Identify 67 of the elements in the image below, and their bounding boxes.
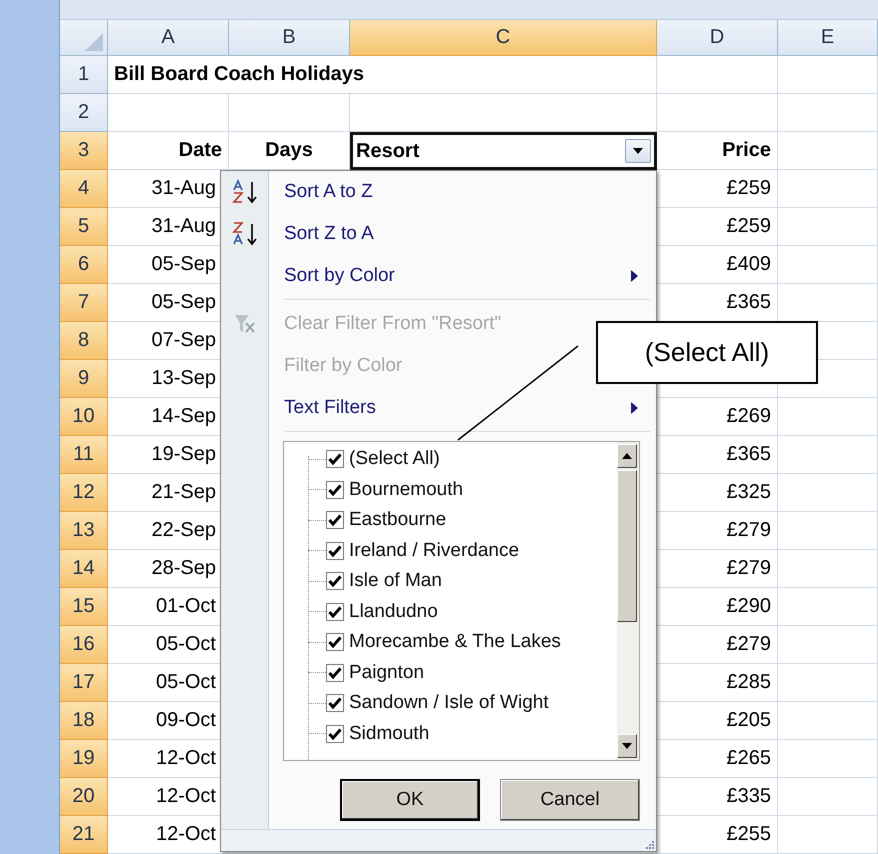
down-arrow-icon [633,148,643,154]
column-header[interactable]: C [350,20,657,56]
menu-item[interactable]: Sort Z to A [284,223,374,245]
value-label[interactable]: Sandown / Isle of Wight [349,692,549,714]
clear-filter-icon [232,313,256,335]
value-label[interactable]: (Select All) [349,448,440,470]
submenu-item[interactable]: Text Filters [284,397,376,419]
row-header[interactable]: 13 [60,512,108,550]
row-header[interactable]: 18 [60,702,108,740]
value-label[interactable]: Bournemouth [349,478,464,501]
dialog-button[interactable]: OK [340,779,480,821]
row-header[interactable]: 21 [60,816,108,854]
checkbox[interactable] [326,480,344,499]
scrollbar[interactable] [617,442,639,760]
checkbox[interactable] [326,633,344,652]
value-label[interactable]: Paignton [349,662,424,684]
value-label[interactable]: Ireland / Riverdance [349,540,520,562]
dialog-button[interactable]: Cancel [500,779,640,821]
row-header[interactable]: 5 [60,208,108,246]
sheet-title: Bill Board Coach Holidays [108,56,657,94]
checkbox[interactable] [326,724,344,743]
row-header[interactable]: 12 [60,474,108,512]
value-label[interactable]: Morecambe & The Lakes [349,631,561,654]
checkbox[interactable] [326,572,344,590]
row-header[interactable]: 2 [60,94,108,132]
value-label[interactable]: Isle of Man [349,570,442,592]
checkbox[interactable] [326,450,344,468]
column-header[interactable]: A [108,20,229,56]
menu-item[interactable]: Sort A to Z [284,181,373,203]
column-heading: Date [108,132,229,170]
value-label[interactable]: Sidmouth [349,722,430,745]
filter-dropdown-button[interactable] [625,139,651,163]
row-header[interactable]: 14 [60,550,108,588]
active-cell[interactable]: Resort [350,132,657,170]
callout-label: (Select All) [596,321,818,384]
row-header[interactable]: 20 [60,778,108,816]
checkbox[interactable] [326,602,344,621]
column-header[interactable]: B [229,20,350,56]
up-arrow-icon [622,453,632,459]
row-header[interactable]: 3 [60,132,108,170]
sort-descending-icon [230,221,260,247]
row-header[interactable]: 6 [60,246,108,284]
sort-ascending-icon [230,179,260,205]
row-header[interactable]: 15 [60,588,108,626]
row-header[interactable]: 19 [60,740,108,778]
row-header[interactable]: 4 [60,170,108,208]
column-header[interactable]: D [657,20,778,56]
submenu-item[interactable]: Sort by Color [284,265,395,287]
row-header[interactable]: 1 [60,56,108,94]
checkbox[interactable] [326,511,344,530]
column-header[interactable]: E [778,20,878,56]
down-arrow-icon [622,743,632,749]
checkbox[interactable] [326,542,344,560]
checkbox[interactable] [326,664,344,682]
row-header[interactable]: 9 [60,360,108,398]
column-heading: Resort [356,140,420,162]
row-header[interactable]: 10 [60,398,108,436]
checkbox[interactable] [326,694,344,712]
row-header[interactable]: 8 [60,322,108,360]
row-header[interactable]: 16 [60,626,108,664]
value-label[interactable]: Eastbourne [349,509,446,532]
column-heading: Price [657,132,778,170]
row-header[interactable]: 17 [60,664,108,702]
value-label[interactable]: Llandudno [349,600,438,623]
resize-grip-icon[interactable] [644,839,654,849]
row-header[interactable]: 7 [60,284,108,322]
row-header[interactable]: 11 [60,436,108,474]
